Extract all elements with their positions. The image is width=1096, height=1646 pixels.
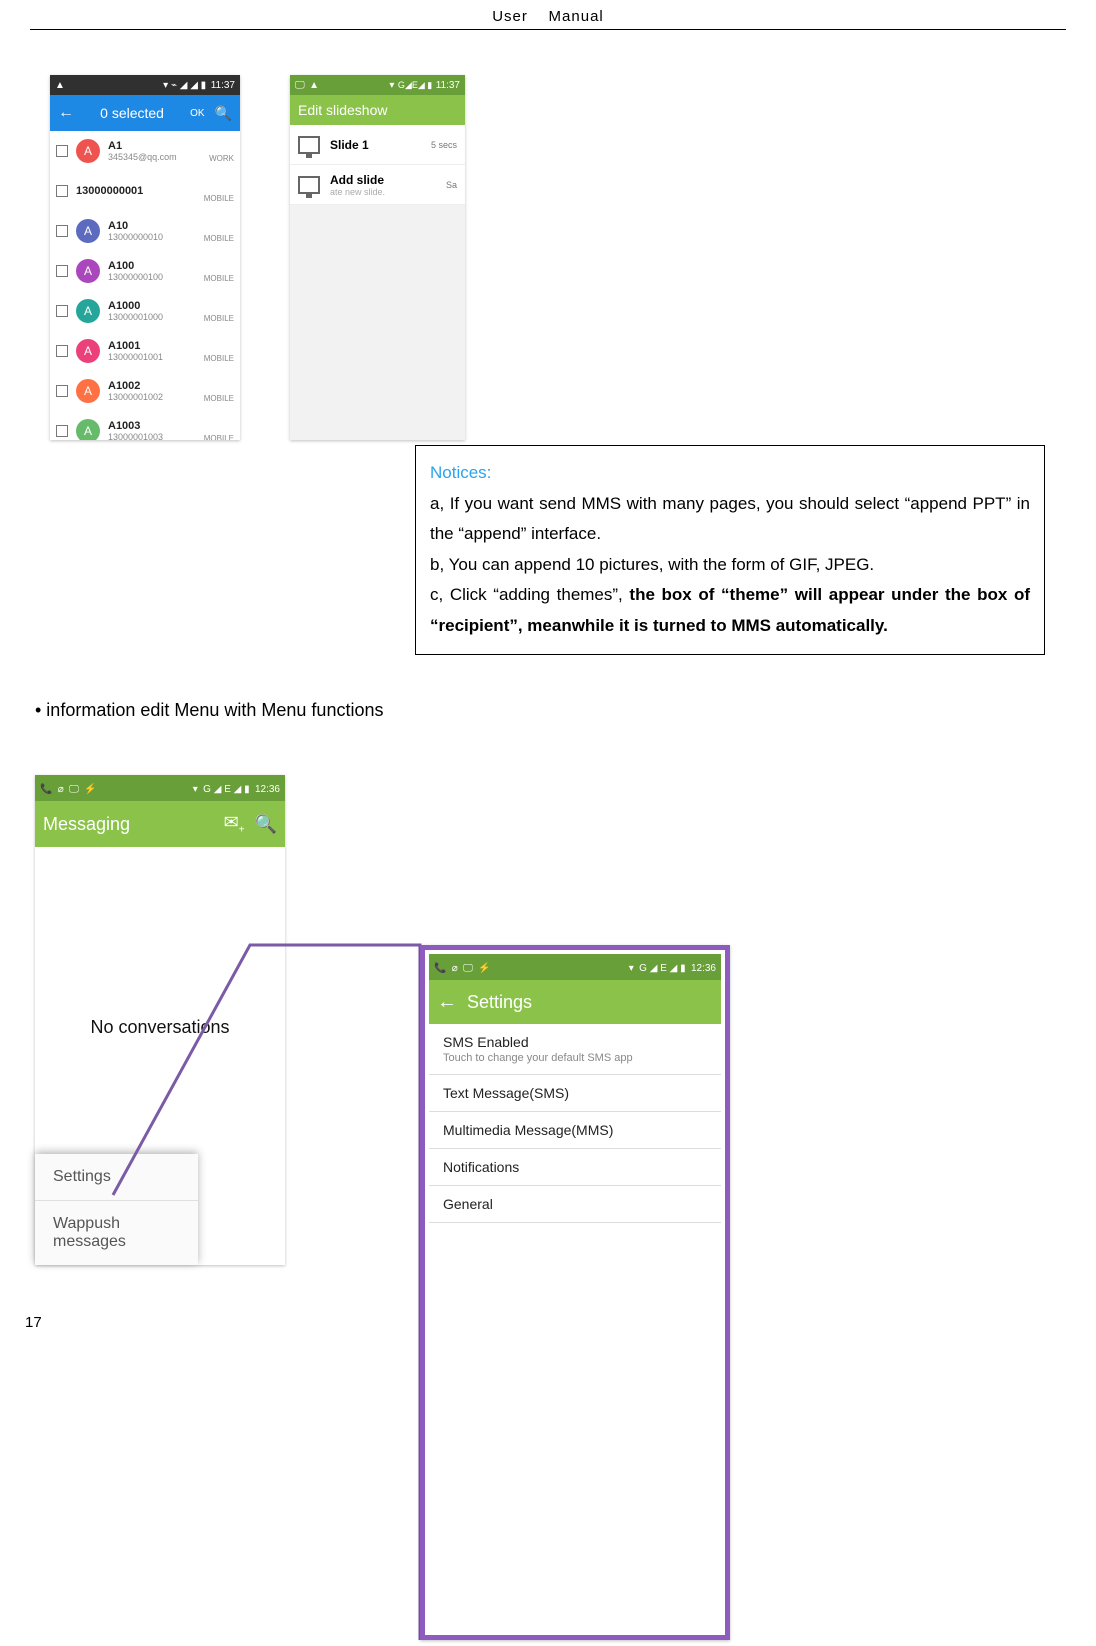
page-number: 17 — [25, 1314, 42, 1331]
settings-row-title: Multimedia Message(MMS) — [443, 1122, 707, 1138]
settings-title: Settings — [467, 992, 532, 1013]
status-right-icons: ▾ G ◢ E ◢ ▮ 12:36 — [628, 960, 717, 974]
picture-icon: 🖵 — [463, 963, 473, 974]
settings-row[interactable]: Text Message(SMS) — [429, 1075, 721, 1112]
settings-row[interactable]: Multimedia Message(MMS) — [429, 1112, 721, 1149]
settings-row[interactable]: Notifications — [429, 1149, 721, 1186]
back-icon[interactable]: ← — [437, 991, 457, 1014]
status-left-icons: 📞 ⌀ 🖵 ⚡ — [433, 960, 492, 974]
settings-row-title: Notifications — [443, 1159, 707, 1175]
power-icon: ⚡ — [478, 963, 490, 974]
signal-icons: G ◢ E ◢ ▮ — [639, 963, 685, 974]
settings-row-title: Text Message(SMS) — [443, 1085, 707, 1101]
status-bar: 📞 ⌀ 🖵 ⚡ ▾ G ◢ E ◢ ▮ 12:36 — [429, 954, 721, 980]
wifi-icon: ▾ — [629, 963, 634, 974]
lock-icon: ⌀ — [452, 963, 458, 974]
settings-list: SMS Enabled Touch to change your default… — [429, 1024, 721, 1223]
settings-phone: 📞 ⌀ 🖵 ⚡ ▾ G ◢ E ◢ ▮ 12:36 ← Settings SMS… — [420, 945, 730, 1640]
settings-row-subtitle: Touch to change your default SMS app — [443, 1052, 707, 1064]
settings-row-title: SMS Enabled — [443, 1034, 707, 1050]
phone-icon: 📞 — [434, 963, 446, 974]
status-time: 12:36 — [691, 963, 716, 974]
settings-titlebar: ← Settings — [429, 980, 721, 1024]
settings-row-title: General — [443, 1196, 707, 1212]
settings-row[interactable]: General — [429, 1186, 721, 1223]
settings-row[interactable]: SMS Enabled Touch to change your default… — [429, 1024, 721, 1075]
